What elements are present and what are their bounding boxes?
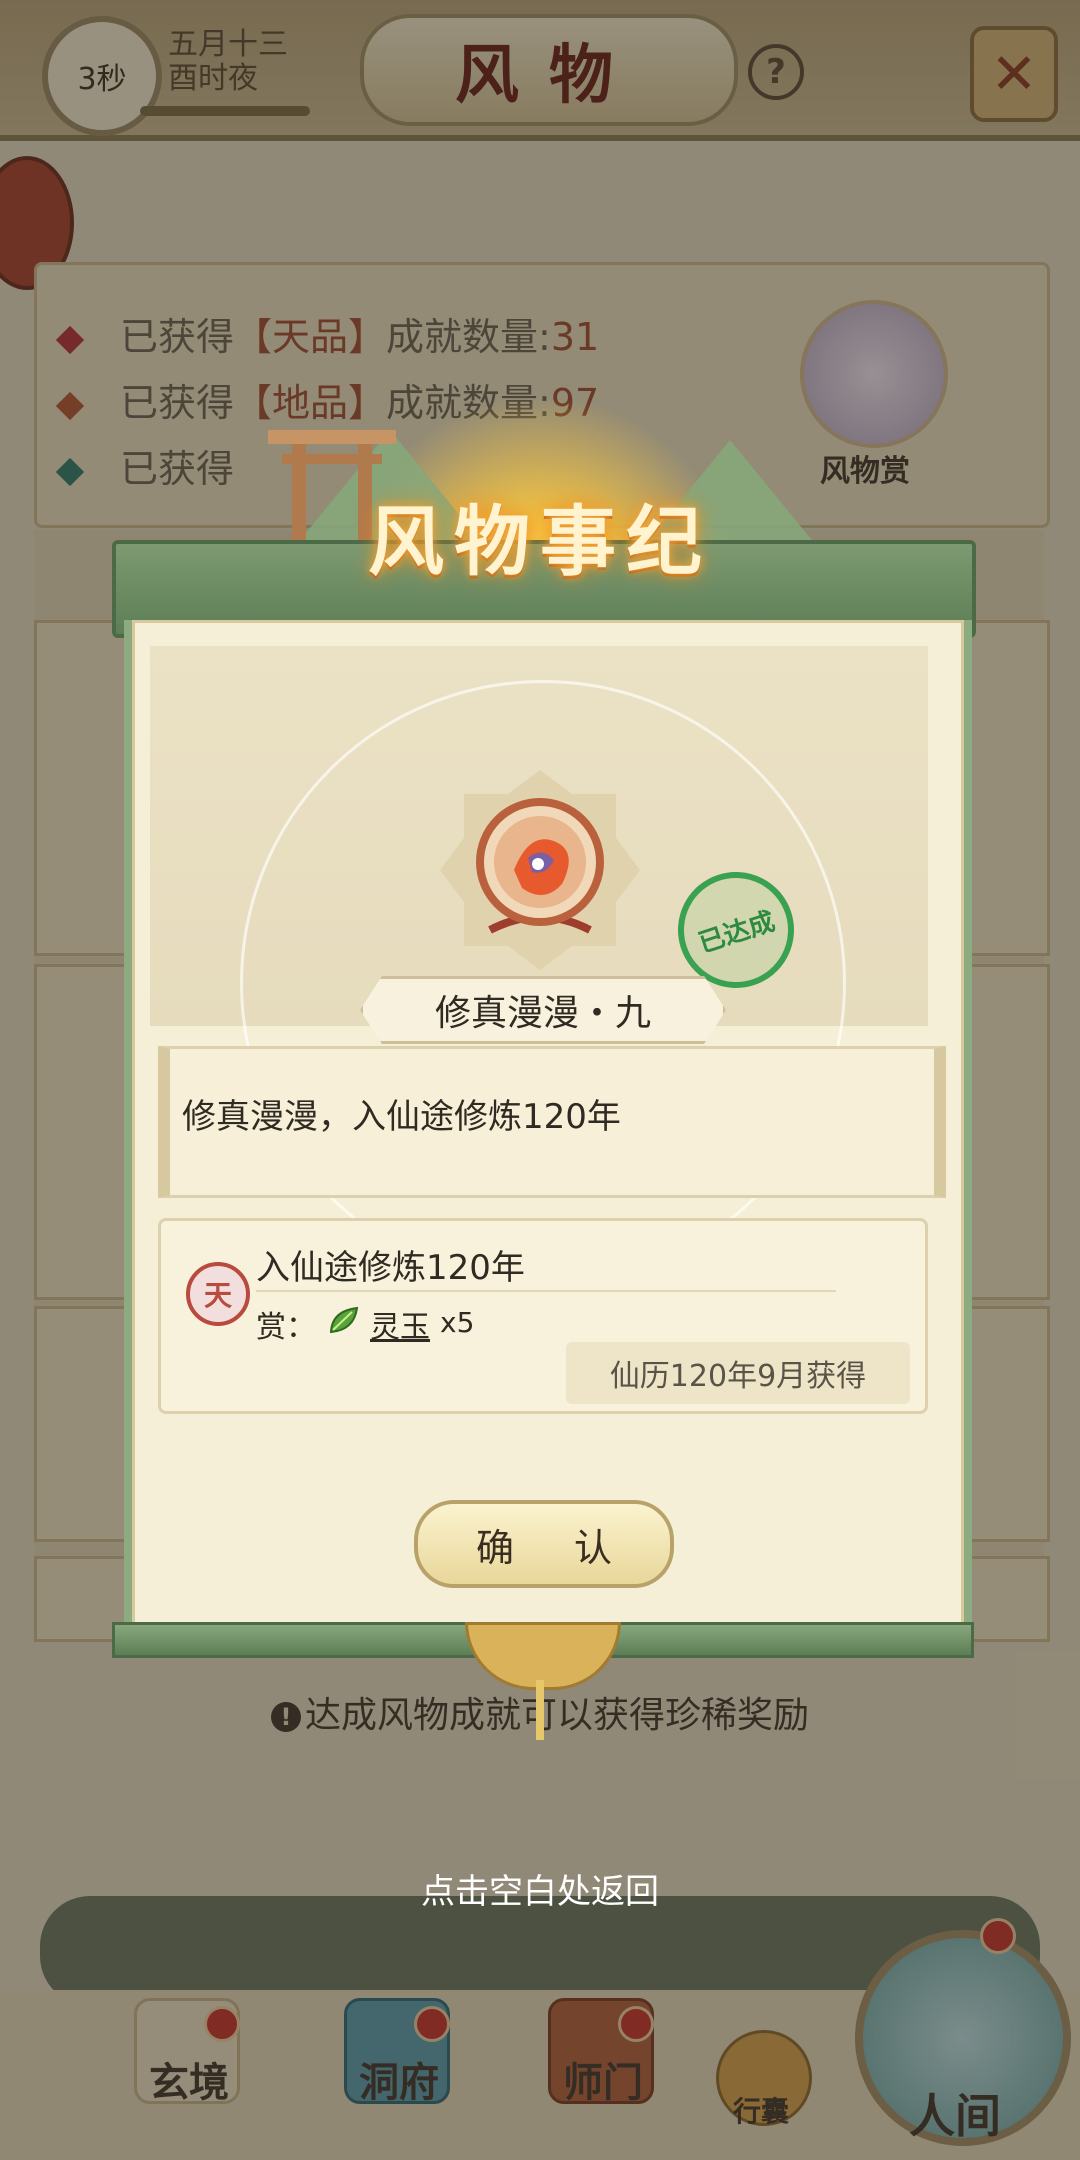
tassel-decoration [536,1680,544,1740]
reward-label: 赏： [256,1310,316,1345]
description-box: 修真漫漫，入仙途修炼120年 [158,1046,946,1198]
tap-blank-to-return-hint: 点击空白处返回 [421,1872,659,1912]
description-text: 修真漫漫，入仙途修炼120年 [182,1097,621,1137]
obtained-time: 仙历120年9月获得 [609,1359,867,1394]
divider [256,1290,836,1292]
achievement-name: 修真漫漫・九 [434,993,651,1034]
achievement-medal-icon [476,798,604,934]
confirm-button[interactable]: 确 认 [414,1500,674,1588]
jade-leaf-icon [329,1306,359,1334]
reward-item-link[interactable]: 灵玉 [370,1302,430,1346]
modal-title: 风物事纪 [368,497,712,586]
reward-quantity: x5 [440,1306,475,1339]
stamp-text: 已达成 [695,906,779,959]
condition-text: 入仙途修炼120年 [256,1248,525,1288]
tian-grade-badge: 天 [186,1262,250,1326]
obtained-time-tag: 仙历120年9月获得 [566,1342,910,1404]
confirm-label: 确 认 [475,1525,637,1570]
achievement-name-bar: 修真漫漫・九 [360,976,726,1044]
